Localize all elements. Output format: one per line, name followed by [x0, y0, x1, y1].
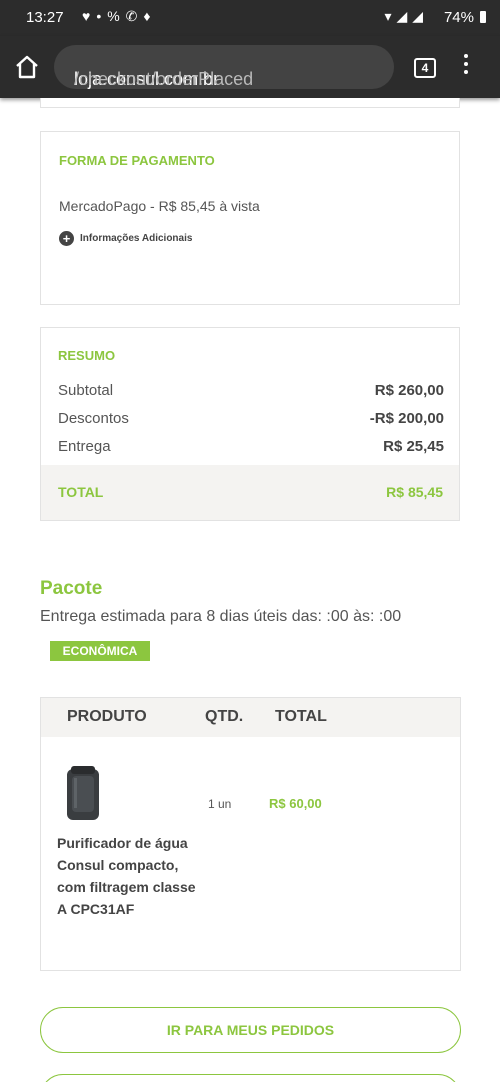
- summary-total-row: TOTAL R$ 85,45: [41, 465, 459, 520]
- url-path: /checkout/orderPlaced: [74, 69, 254, 89]
- payment-method: MercadoPago - R$ 85,45 à vista: [59, 198, 260, 214]
- shipping-badge: ECONÔMICA: [50, 641, 150, 661]
- column-header-total: TOTAL: [275, 708, 327, 725]
- additional-info-label: Informações Adicionais: [80, 233, 193, 244]
- plus-icon: +: [59, 231, 74, 246]
- summary-title: RESUMO: [58, 348, 116, 363]
- delivery-estimate: Entrega estimada para 8 dias úteis das: …: [40, 608, 402, 625]
- page-content: FORMA DE PAGAMENTO MercadoPago - R$ 85,4…: [0, 98, 500, 1082]
- summary-row-discounts: Descontos -R$ 200,00: [58, 410, 444, 427]
- status-time: 13:27: [26, 9, 64, 26]
- address-bar[interactable]: loja.consul.com.br/checkout/orderPlaced: [54, 45, 394, 89]
- my-orders-button[interactable]: IR PARA MEUS PEDIDOS: [40, 1007, 461, 1053]
- summary-row-subtotal: Subtotal R$ 260,00: [58, 382, 444, 399]
- notification-icons: ♥•%✆♦: [82, 8, 157, 24]
- product-image[interactable]: [65, 766, 101, 822]
- payment-title: FORMA DE PAGAMENTO: [59, 153, 215, 168]
- summary-label: Descontos: [58, 410, 129, 427]
- product-qty: 1 un: [208, 797, 232, 811]
- total-label: TOTAL: [58, 484, 104, 500]
- summary-value: R$ 260,00: [374, 382, 444, 399]
- product-total: R$ 60,00: [269, 796, 322, 811]
- column-header-product: PRODUTO: [67, 708, 147, 725]
- summary-card: RESUMO Subtotal R$ 260,00 Descontos -R$ …: [40, 327, 460, 521]
- connectivity-icons: ▾◢◢: [384, 8, 428, 24]
- products-table: PRODUTO QTD. TOTAL Purificador de água C…: [40, 697, 461, 971]
- total-value: R$ 85,45: [386, 484, 443, 500]
- status-bar: 13:27 ♥•%✆♦ ▾◢◢ 74%: [0, 0, 500, 36]
- browser-toolbar: loja.consul.com.br/checkout/orderPlaced …: [0, 36, 500, 98]
- battery-icon: [480, 11, 486, 23]
- more-menu-icon[interactable]: [462, 54, 470, 78]
- summary-label: Subtotal: [58, 382, 114, 399]
- secondary-button[interactable]: [40, 1074, 461, 1082]
- product-name[interactable]: Purificador de água Consul compacto, com…: [57, 832, 207, 920]
- home-icon[interactable]: [14, 54, 40, 80]
- summary-value: -R$ 200,00: [369, 410, 444, 427]
- previous-card: [40, 98, 460, 108]
- summary-row-delivery: Entrega R$ 25,45: [58, 438, 444, 455]
- battery-level: 74%: [443, 9, 474, 26]
- payment-card: FORMA DE PAGAMENTO MercadoPago - R$ 85,4…: [40, 131, 460, 305]
- package-title: Pacote: [40, 578, 103, 599]
- summary-value: R$ 25,45: [383, 438, 444, 455]
- products-table-header: PRODUTO QTD. TOTAL: [41, 698, 460, 737]
- additional-info-link[interactable]: + Informações Adicionais: [59, 231, 192, 246]
- tab-switcher-button[interactable]: 4: [414, 58, 436, 78]
- summary-label: Entrega: [58, 438, 111, 455]
- column-header-qty: QTD.: [205, 708, 244, 725]
